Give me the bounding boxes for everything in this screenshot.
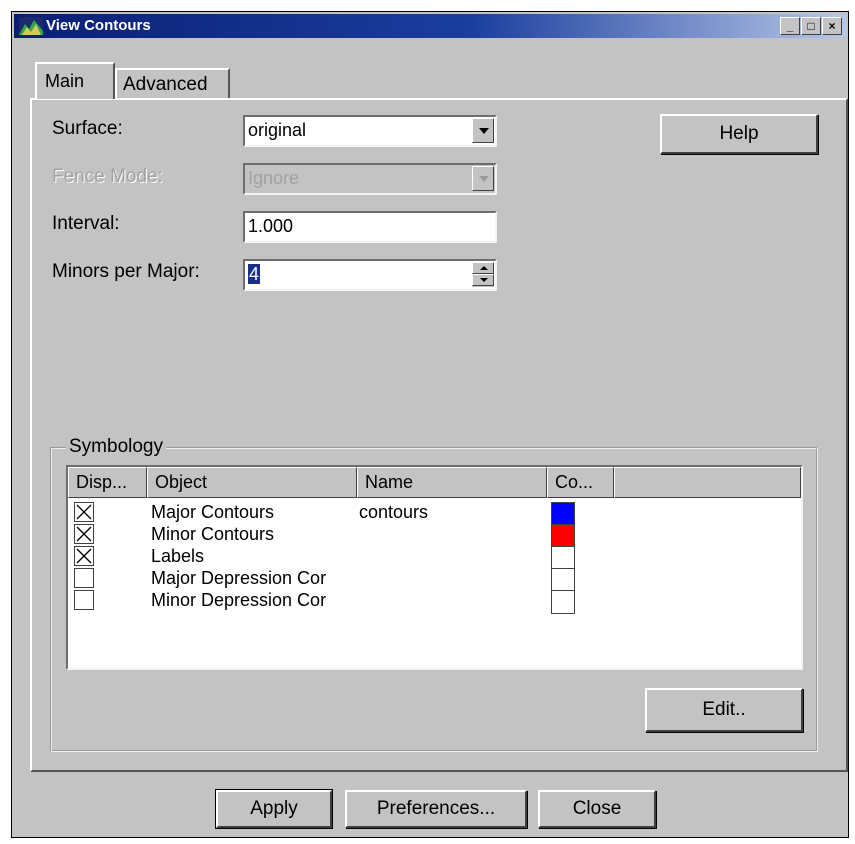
display-checkbox[interactable] [74, 524, 94, 544]
minimize-icon[interactable]: _ [780, 17, 800, 35]
fence-mode-dropdown: Ignore [243, 163, 497, 195]
surface-label: Surface: [52, 118, 123, 139]
list-item[interactable]: Labels [68, 546, 801, 570]
display-checkbox[interactable] [74, 502, 94, 522]
interval-value: 1.000 [248, 216, 294, 236]
color-swatch[interactable] [551, 546, 575, 570]
column-header-color[interactable]: Co... [547, 467, 614, 498]
title-bar[interactable]: View Contours _ □ × [14, 14, 846, 38]
object-cell: Minor Contours [151, 524, 275, 544]
fence-mode-label: Fence Mode: [52, 166, 163, 187]
fence-mode-value: Ignore [248, 168, 300, 188]
window-title: View Contours [46, 17, 151, 34]
chevron-down-icon [479, 128, 489, 134]
color-swatch[interactable] [551, 590, 575, 614]
surface-dropdown-button[interactable] [472, 118, 494, 143]
list-item[interactable]: Minor Contours [68, 524, 801, 548]
list-item[interactable]: Minor Depression Cor [68, 590, 801, 614]
column-header-object[interactable]: Object [147, 467, 357, 498]
checked-x-icon [76, 526, 92, 542]
display-checkbox[interactable] [74, 568, 94, 588]
terrain-icon [19, 17, 43, 35]
chevron-down-icon [479, 176, 489, 182]
tab-advanced-label: Advanced [123, 74, 208, 95]
spin-up-button[interactable] [472, 262, 494, 274]
symbology-list[interactable]: Disp... Object Name Co... Major Contours… [66, 465, 803, 670]
color-swatch[interactable] [551, 502, 575, 526]
spin-up-icon [480, 266, 488, 270]
display-checkbox[interactable] [74, 546, 94, 566]
display-checkbox[interactable] [74, 590, 94, 610]
spin-buttons [472, 262, 494, 287]
object-cell: Minor Depression Cor [151, 590, 327, 610]
preferences-button[interactable]: Preferences... [345, 790, 527, 828]
spin-down-icon [480, 278, 488, 282]
minors-per-major-label: Minors per Major: [52, 261, 200, 282]
surface-dropdown[interactable]: original [243, 115, 497, 147]
edit-button[interactable]: Edit.. [645, 688, 803, 732]
interval-label: Interval: [52, 213, 120, 234]
name-cell: contours [359, 502, 429, 522]
spin-down-button[interactable] [472, 274, 494, 286]
column-header-filler [614, 467, 801, 498]
object-cell: Major Depression Cor [151, 568, 327, 588]
help-button[interactable]: Help [660, 114, 818, 154]
surface-value: original [248, 120, 307, 140]
list-item[interactable]: Major Contours contours [68, 502, 801, 526]
checked-x-icon [76, 504, 92, 520]
object-cell: Labels [151, 546, 205, 566]
apply-button[interactable]: Apply [215, 789, 333, 829]
color-swatch[interactable] [551, 568, 575, 592]
maximize-icon[interactable]: □ [801, 17, 821, 35]
tab-main[interactable]: Main [35, 62, 115, 99]
close-button[interactable]: Close [538, 790, 656, 828]
close-icon[interactable]: × [822, 17, 842, 35]
interval-input[interactable]: 1.000 [243, 211, 497, 243]
color-swatch[interactable] [551, 524, 575, 548]
object-cell: Major Contours [151, 502, 275, 522]
fence-mode-dropdown-button [472, 166, 494, 191]
checked-x-icon [76, 548, 92, 564]
minors-per-major-spinner[interactable]: 4 [243, 259, 497, 291]
tab-main-label: Main [45, 71, 85, 91]
column-header-name[interactable]: Name [357, 467, 547, 498]
minors-value: 4 [248, 264, 261, 284]
list-item[interactable]: Major Depression Cor [68, 568, 801, 592]
symbology-title: Symbology [66, 436, 166, 458]
tab-advanced[interactable]: Advanced [115, 68, 230, 98]
column-header-display[interactable]: Disp... [68, 467, 147, 498]
